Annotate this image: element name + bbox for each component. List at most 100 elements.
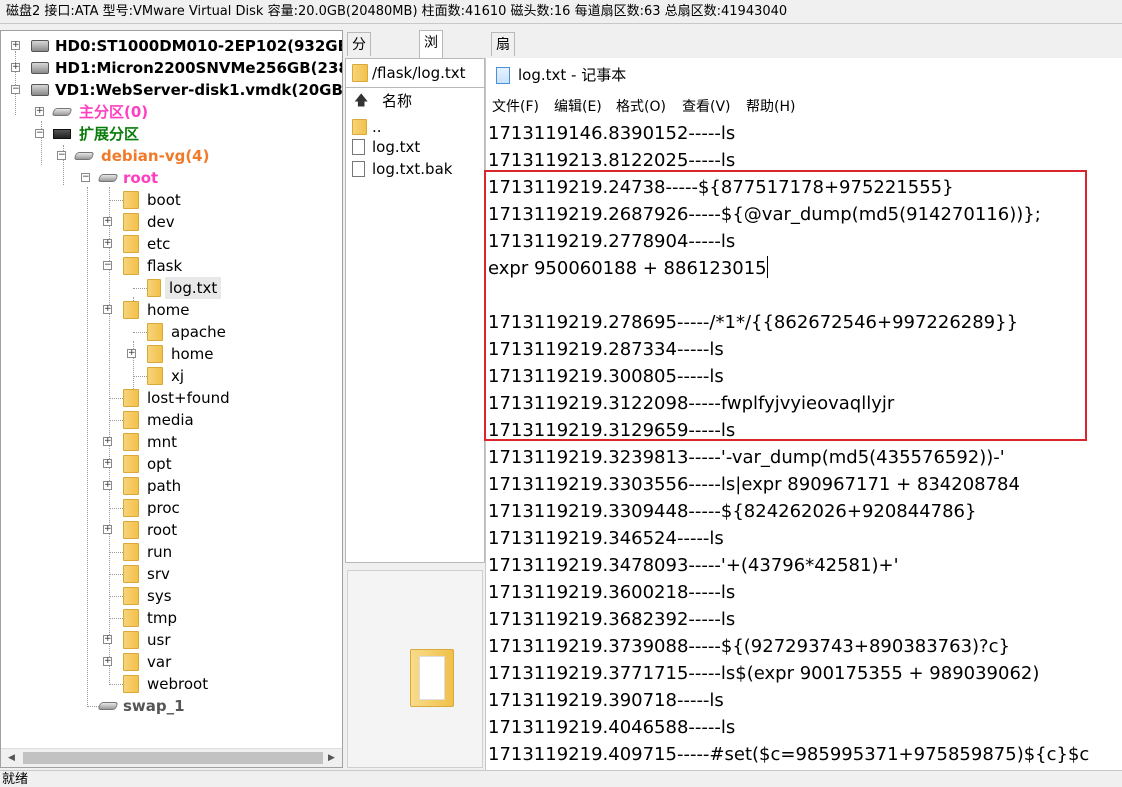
expand-icon[interactable]: +	[35, 107, 44, 116]
up-arrow-icon[interactable]: 🡅	[354, 93, 368, 109]
folder-icon	[123, 411, 139, 429]
scroll-left-icon[interactable]: ◀	[3, 749, 20, 767]
text-line: 1713119219.346524-----ls	[488, 528, 724, 549]
collapse-icon[interactable]: −	[35, 129, 44, 138]
text-line: 1713119219.3478093-----'+(43796*42581)+'	[488, 555, 899, 576]
file-list[interactable]: 🡅 名称 .. log.txt log.txt.bak	[345, 88, 485, 563]
scroll-thumb[interactable]	[23, 752, 323, 764]
folder-icon	[123, 213, 139, 231]
folder-icon	[123, 653, 139, 671]
list-item-parent[interactable]: ..	[352, 116, 382, 138]
text-caret	[766, 256, 768, 278]
text-line: 1713119219.3309448-----${824262026+92084…	[488, 501, 977, 522]
text-line: 1713119219.287334-----ls	[488, 339, 724, 360]
folder-icon	[352, 119, 367, 135]
text-line: 1713119146.8390152-----ls	[488, 123, 736, 144]
collapse-icon[interactable]: −	[11, 85, 20, 94]
hard-disk-icon	[31, 84, 49, 96]
disk-info-bar: 磁盘2 接口:ATA 型号:VMware Virtual Disk 容量:20.…	[0, 0, 1122, 24]
text-line: 1713119213.8122025-----ls	[488, 150, 736, 171]
status-bar: 就绪	[0, 770, 1122, 787]
expand-icon[interactable]: +	[11, 41, 20, 50]
partition-icon	[51, 108, 73, 116]
folder-icon	[123, 565, 139, 583]
file-browser-panel: 分区参数 浏览文件 扇区编辑 /flask/log.txt 🡅 名称 .. lo…	[345, 30, 515, 768]
text-line: 1713119219.3122098-----fwplfyjvyieovaqll…	[488, 393, 895, 414]
window-title: log.txt - 记事本	[518, 66, 627, 84]
volume-group-icon	[73, 152, 95, 160]
folder-icon	[147, 323, 163, 341]
folder-icon	[352, 64, 368, 82]
file-icon	[147, 279, 161, 297]
text-line: 1713119219.390718-----ls	[488, 690, 724, 711]
volume-icon	[97, 702, 119, 710]
text-line: 1713119219.4046588-----ls	[488, 717, 736, 738]
folder-icon	[123, 543, 139, 561]
list-item-log-txt[interactable]: log.txt	[352, 136, 420, 158]
expand-icon[interactable]: +	[103, 657, 112, 666]
folder-icon	[147, 345, 163, 363]
text-line: 1713119219.2687926-----${@var_dump(md5(9…	[488, 204, 1041, 225]
text-line: 1713119219.3303556-----ls|expr 890967171…	[488, 474, 1020, 495]
text-line: 1713119219.24738-----${877517178+9752215…	[488, 177, 954, 198]
list-item-log-txt-bak[interactable]: log.txt.bak	[352, 158, 452, 180]
expand-icon[interactable]: +	[103, 635, 112, 644]
tree-horizontal-scrollbar[interactable]: ◀ ▶	[1, 748, 342, 767]
folder-icon	[123, 587, 139, 605]
text-line: 1713119219.3771715-----ls$(expr 90017535…	[488, 663, 1040, 684]
expand-icon[interactable]: +	[103, 217, 112, 226]
extended-partition-icon	[53, 129, 71, 139]
collapse-icon[interactable]: −	[103, 261, 112, 270]
text-line: 1713119219.3600218-----ls	[488, 582, 736, 603]
folder-preview-icon	[410, 649, 454, 707]
disk-tree-panel[interactable]: + HD0:ST1000DM010-2EP102(932GB) + HD1:Mi…	[0, 30, 343, 768]
expand-icon[interactable]: +	[103, 525, 112, 534]
current-path: /flask/log.txt	[372, 64, 466, 82]
folder-icon	[123, 455, 139, 473]
text-line: 1713119219.278695-----/*1*/{{862672546+9…	[488, 312, 1019, 333]
tab-partition-params[interactable]: 分区参数	[347, 32, 371, 125]
text-line: 1713119219.3239813-----'-var_dump(md5(43…	[488, 447, 1005, 468]
folder-icon	[123, 499, 139, 517]
expand-icon[interactable]: +	[103, 437, 112, 446]
folder-icon	[123, 609, 139, 627]
tab-browse-files[interactable]: 浏览文件	[419, 30, 443, 123]
text-file-icon	[352, 139, 365, 155]
expand-icon[interactable]: +	[103, 239, 112, 248]
menu-format[interactable]: 格式(O)	[616, 94, 666, 120]
path-bar[interactable]: /flask/log.txt	[345, 58, 485, 88]
collapse-icon[interactable]: −	[57, 151, 66, 160]
text-file-icon	[352, 161, 365, 177]
collapse-icon[interactable]: −	[81, 173, 90, 182]
folder-icon	[123, 477, 139, 495]
text-line: 1713119219.300805-----ls	[488, 366, 724, 387]
menu-edit[interactable]: 编辑(E)	[554, 94, 602, 120]
expand-icon[interactable]: +	[11, 63, 20, 72]
expand-icon[interactable]: +	[103, 305, 112, 314]
folder-icon	[147, 367, 163, 385]
folder-icon	[123, 257, 139, 275]
tab-sector-edit[interactable]: 扇区编辑	[491, 32, 515, 125]
menu-file[interactable]: 文件(F)	[492, 94, 539, 120]
notepad-window[interactable]: log.txt - 记事本 文件(F) 编辑(E) 格式(O) 查看(V) 帮助…	[485, 58, 1122, 770]
notepad-title-bar[interactable]: log.txt - 记事本	[486, 58, 1122, 92]
hard-disk-icon	[31, 62, 49, 74]
menu-view[interactable]: 查看(V)	[682, 94, 731, 120]
expand-icon[interactable]: +	[103, 459, 112, 468]
folder-icon	[123, 191, 139, 209]
folder-icon	[123, 389, 139, 407]
scroll-right-icon[interactable]: ▶	[323, 749, 340, 767]
expand-icon[interactable]: +	[127, 349, 136, 358]
preview-pane	[347, 570, 483, 768]
column-header-name[interactable]: 🡅 名称	[346, 88, 484, 114]
folder-icon	[123, 631, 139, 649]
volume-icon	[97, 174, 119, 182]
folder-icon	[123, 521, 139, 539]
hard-disk-icon	[31, 40, 49, 52]
menu-help[interactable]: 帮助(H)	[746, 94, 795, 120]
text-line: 1713119219.2778904-----ls	[488, 231, 736, 252]
folder-icon	[123, 235, 139, 253]
expand-icon[interactable]: +	[103, 481, 112, 490]
text-line: 1713119219.3739088-----${(927293743+8903…	[488, 636, 1010, 657]
text-line: 1713119219.3682392-----ls	[488, 609, 736, 630]
